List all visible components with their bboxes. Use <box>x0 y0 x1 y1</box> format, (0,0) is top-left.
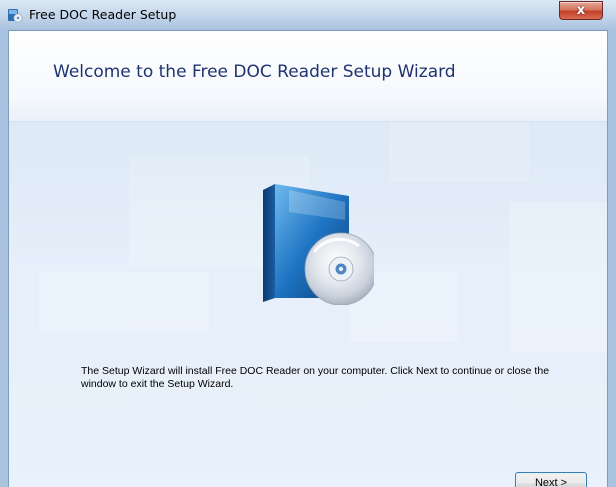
wizard-description: The Setup Wizard will install Free DOC R… <box>81 365 550 390</box>
wizard-body: The Setup Wizard will install Free DOC R… <box>9 122 607 487</box>
close-icon: x <box>576 3 586 18</box>
software-box-with-cd-icon <box>263 184 374 305</box>
background-decoration <box>39 272 209 332</box>
background-decoration <box>389 122 529 182</box>
window-border-right[interactable] <box>608 30 616 487</box>
title-bar[interactable]: Free DOC Reader Setup x <box>0 0 616 30</box>
wizard-client-area: Welcome to the Free DOC Reader Setup Wiz… <box>8 30 608 487</box>
wizard-banner: Welcome to the Free DOC Reader Setup Wiz… <box>9 31 607 122</box>
background-decoration <box>509 202 607 352</box>
window-frame: Free DOC Reader Setup x Welcome to the F… <box>0 0 616 487</box>
close-button[interactable]: x <box>559 1 603 20</box>
next-button[interactable]: Next > <box>515 472 587 487</box>
setup-installer-icon <box>8 9 23 23</box>
page-title: Welcome to the Free DOC Reader Setup Wiz… <box>53 62 456 82</box>
window-title: Free DOC Reader Setup <box>29 7 177 22</box>
window-border-left[interactable] <box>0 30 8 487</box>
